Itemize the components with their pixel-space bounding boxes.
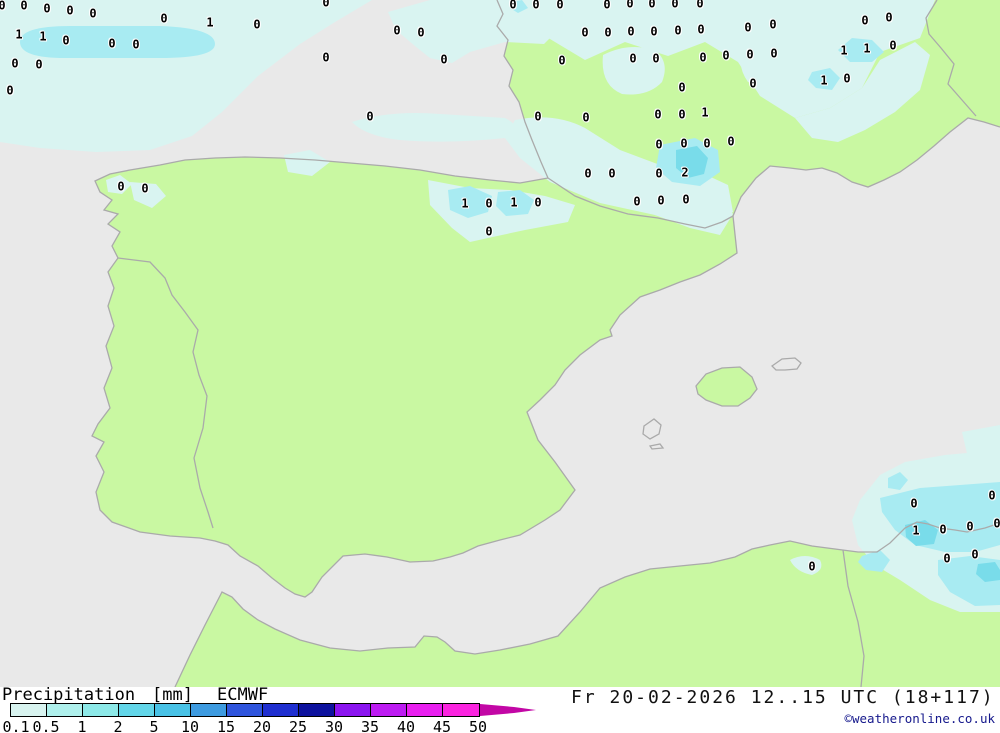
legend-tick-label: 30 xyxy=(324,718,344,733)
legend-tick-label: 35 xyxy=(360,718,380,733)
legend-tick-label: 15 xyxy=(216,718,236,733)
legend-tick-label: 5 xyxy=(149,718,159,733)
legend-unit: [mm] xyxy=(152,685,193,705)
legend-color-segment xyxy=(11,704,47,716)
legend-footer: Precipitation [mm] ECMWF 0.1 0.5 1 2 5 10 15 20… xyxy=(0,685,1000,733)
legend-color-segment xyxy=(119,704,155,716)
legend-color-segment xyxy=(155,704,191,716)
legend-color-segment xyxy=(371,704,407,716)
timestamp-text: Fr 20-02-2026 12..15 UTC (18+117) xyxy=(571,687,995,708)
legend-color-segment xyxy=(443,704,479,716)
legend-color-segment xyxy=(227,704,263,716)
legend-arrow xyxy=(480,704,536,716)
legend-color-segment xyxy=(191,704,227,716)
legend-tick-label: 50 xyxy=(468,718,488,733)
legend-tick-label: 0.5 xyxy=(32,718,60,733)
legend-color-segment xyxy=(407,704,443,716)
legend-color-segment xyxy=(335,704,371,716)
legend-tick-label: 40 xyxy=(396,718,416,733)
legend-color-segment xyxy=(299,704,335,716)
precip-patch-medium xyxy=(20,26,215,58)
legend-tick-label: 1 xyxy=(77,718,87,733)
precipitation-map: 0000001001100000000000000000000000000000… xyxy=(0,0,1000,687)
legend-tick-label: 20 xyxy=(252,718,272,733)
legend-tick-label: 25 xyxy=(288,718,308,733)
legend-tick-label: 0.1 xyxy=(2,718,30,733)
legend-tick-label: 10 xyxy=(180,718,200,733)
copyright-link[interactable]: ©weatheronline.co.uk xyxy=(844,711,995,726)
legend-colorbar xyxy=(10,703,480,717)
map-svg xyxy=(0,0,1000,687)
legend-tick-label: 2 xyxy=(113,718,123,733)
precip-patch xyxy=(602,46,665,95)
legend-color-segment xyxy=(83,704,119,716)
legend-model: ECMWF xyxy=(217,685,269,705)
weather-map-page: 0000001001100000000000000000000000000000… xyxy=(0,0,1000,733)
legend-color-segment xyxy=(47,704,83,716)
legend-title: Precipitation xyxy=(2,685,136,705)
legend-tick-label: 45 xyxy=(432,718,452,733)
legend-color-segment xyxy=(263,704,299,716)
